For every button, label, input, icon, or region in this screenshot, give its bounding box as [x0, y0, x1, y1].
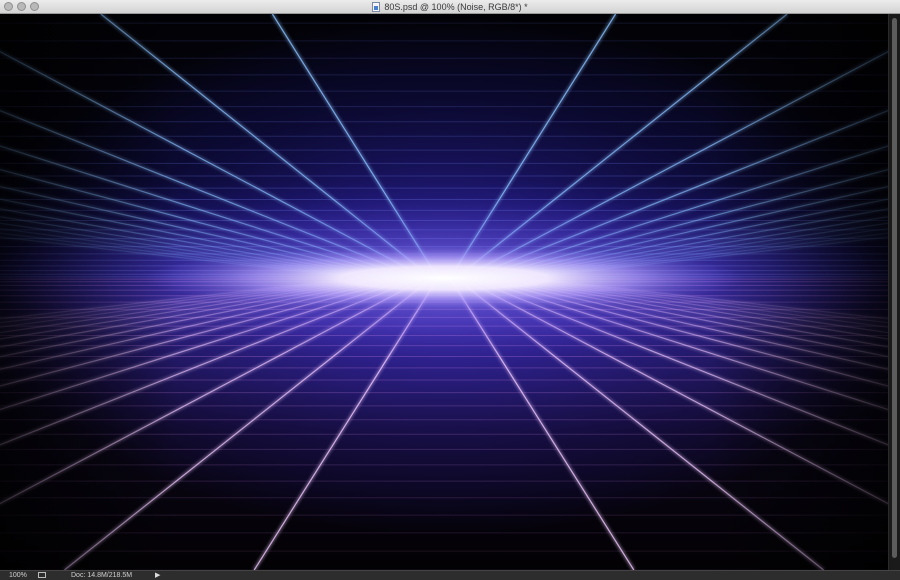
artwork-grid [0, 14, 888, 570]
zoom-level[interactable]: 100% [9, 571, 27, 580]
window-title: 80S.psd @ 100% (Noise, RGB/8*) * [384, 2, 528, 12]
window-titlebar[interactable]: 80S.psd @ 100% (Noise, RGB/8*) * [0, 0, 900, 14]
document-size-info: Doc: 14.8M/218.5M [71, 572, 133, 579]
window-title-area: 80S.psd @ 100% (Noise, RGB/8*) * [0, 0, 900, 14]
vertical-scrollbar[interactable] [888, 14, 900, 570]
psd-file-icon [372, 2, 381, 12]
status-menu-arrow-icon[interactable]: ▶ [155, 571, 160, 580]
horizon-glow [144, 246, 744, 314]
document-canvas[interactable] [0, 14, 888, 570]
scrollbar-thumb[interactable] [892, 18, 897, 558]
status-bar: 100% Doc: 14.8M/218.5M ▶ [0, 570, 900, 580]
export-icon[interactable] [38, 572, 46, 578]
